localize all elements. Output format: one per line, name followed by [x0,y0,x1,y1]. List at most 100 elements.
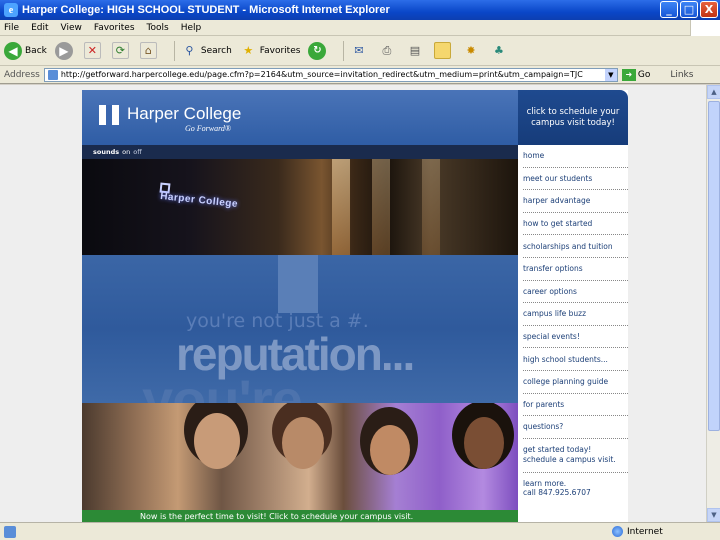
links-button[interactable]: Links [670,70,693,80]
mail-icon: ✉ [354,44,364,57]
hero-image: Harper College [82,145,518,255]
internet-globe-icon [612,526,623,537]
tagline-ghost: you're [142,368,303,403]
window-title-bar[interactable]: e Harper College: HIGH SCHOOL STUDENT - … [0,0,720,20]
favorites-button[interactable]: ★ Favorites [240,42,300,59]
standard-toolbar: ◀ Back ▶ ✕ ⟳ ⌂ ⚲ Search ★ Favorites ↻ ✉ … [0,36,720,66]
students-photo [82,403,518,510]
hero-light-beam [422,145,440,255]
home-button[interactable]: ⌂ [139,42,160,59]
nav-item-scholarships[interactable]: scholarships and tuition [523,235,628,258]
refresh-icon: ⟳ [111,42,129,59]
ie-icon: e [4,3,18,17]
search-icon: ⚲ [185,44,194,57]
nav-item-parents[interactable]: for parents [523,394,628,417]
menu-help[interactable]: Help [181,23,202,33]
scroll-up-icon[interactable]: ▲ [707,85,720,99]
visit-banner[interactable]: Now is the perfect time to visit! Click … [82,510,518,522]
history-button[interactable]: ↻ [308,41,329,60]
security-zone: Internet [612,526,663,537]
stop-icon: ✕ [83,42,101,59]
nav-item-home[interactable]: home [523,145,628,168]
toolbar-separator [343,40,345,61]
search-button[interactable]: ⚲ Search [181,42,231,59]
learn-more-link[interactable]: learn more. [523,479,628,489]
scroll-down-icon[interactable]: ▼ [707,508,720,522]
back-button[interactable]: ◀ Back [4,41,47,60]
print-button[interactable]: ⎙ [378,42,398,59]
nav-get-started-today: get started today! [523,445,592,455]
phone-number: call 847.925.6707 [523,488,591,498]
address-label: Address [4,69,40,80]
menu-favorites[interactable]: Favorites [94,23,135,33]
close-button[interactable]: X [700,1,718,18]
forward-arrow-icon: ▶ [54,41,73,60]
address-input[interactable]: http://getforward.harpercollege.edu/page… [43,67,618,82]
print-icon: ⎙ [382,43,392,57]
history-icon: ↻ [308,41,327,60]
nav-item-get-started[interactable]: how to get started [523,213,628,236]
scrollbar-thumb[interactable] [708,101,720,431]
site-logo-tagline: Go Forward® [185,124,232,133]
edit-button[interactable]: ▤ [406,42,426,59]
address-dropdown-icon[interactable]: ▼ [604,68,617,81]
nav-item-career-options[interactable]: career options [523,281,628,304]
nav-item-transfer-options[interactable]: transfer options [523,258,628,281]
menu-tools[interactable]: Tools [147,23,169,33]
student-face [370,425,410,475]
messenger-icon: ♣ [494,44,504,57]
webpage: Harper College Go Forward® click to sche… [82,90,628,522]
stop-button[interactable]: ✕ [83,42,104,59]
discuss-button[interactable] [434,42,454,59]
menu-edit[interactable]: Edit [31,23,48,33]
sound-off[interactable]: off [133,148,141,156]
nav-item-high-school[interactable]: high school students... [523,348,628,371]
home-icon: ⌂ [139,42,157,59]
nav-item-questions[interactable]: questions? [523,416,628,439]
side-navigation: home meet our students harper advantage … [518,145,628,522]
schedule-visit-cta[interactable]: click to schedule your campus visit toda… [518,90,628,145]
favorites-star-icon: ★ [243,44,254,57]
research-button[interactable]: ✸ [462,42,482,59]
menu-file[interactable]: File [4,23,19,33]
browser-viewport: Harper College Go Forward® click to sche… [0,85,706,522]
nav-item-schedule-visit[interactable]: get started today! schedule a campus vis… [523,439,628,473]
vertical-scrollbar[interactable]: ▲ ▼ [706,85,720,522]
zone-label: Internet [627,526,663,537]
status-page-icon [4,525,16,538]
nav-item-planning-guide[interactable]: college planning guide [523,371,628,394]
hero-light-beam [332,145,350,255]
research-icon: ✸ [466,44,476,57]
sound-on[interactable]: on [122,148,130,156]
minimize-button[interactable]: _ [660,1,678,18]
nav-item-campus-life[interactable]: campus life buzz [523,303,628,326]
building-sign: Harper College [159,190,239,211]
nav-item-meet-students[interactable]: meet our students [523,168,628,191]
nav-item-special-events[interactable]: special events! [523,326,628,349]
student-face [282,417,324,469]
maximize-button[interactable]: □ [680,1,698,18]
nav-item-harper-advantage[interactable]: harper advantage [523,190,628,213]
student-face [464,417,504,469]
status-bar: Internet [0,522,720,540]
site-header: Harper College Go Forward® [82,90,518,145]
refresh-button[interactable]: ⟳ [111,42,132,59]
window-controls: _ □ X [660,1,718,18]
menu-view[interactable]: View [61,23,82,33]
address-url: http://getforward.harpercollege.edu/page… [60,70,583,79]
menu-bar: File Edit View Favorites Tools Help [0,20,720,36]
mail-button[interactable]: ✉ [350,42,370,59]
forward-button[interactable]: ▶ [54,41,76,60]
site-logo-name[interactable]: Harper College [127,104,241,124]
student-face [194,413,240,469]
harper-logo-icon[interactable] [99,105,119,125]
tagline-letter-i [278,255,318,313]
folder-icon [434,42,452,59]
back-arrow-icon: ◀ [4,41,22,60]
go-button[interactable]: ➜ Go [621,68,650,81]
messenger-button[interactable]: ♣ [490,42,510,59]
sound-toggle: sounds on off [82,145,518,159]
edit-icon: ▤ [409,44,421,57]
go-arrow-icon: ➜ [621,68,636,81]
window-title: Harper College: HIGH SCHOOL STUDENT - Mi… [22,4,390,16]
